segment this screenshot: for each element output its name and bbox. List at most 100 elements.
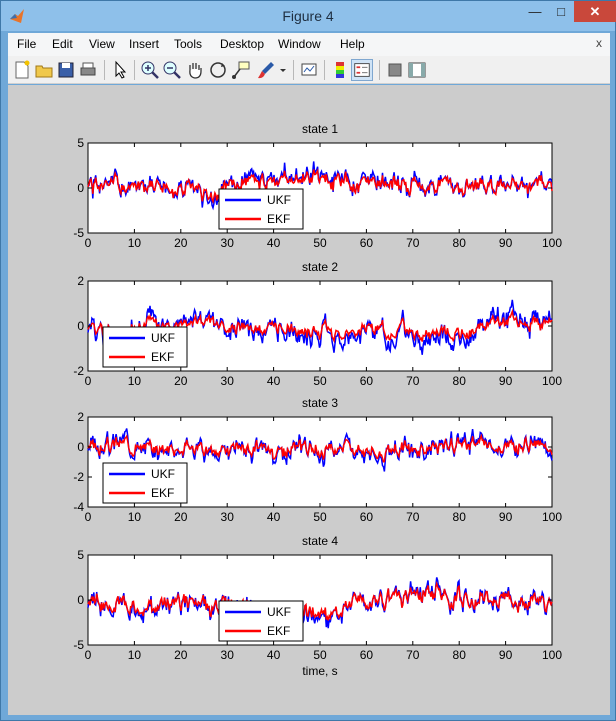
chevron-down-icon[interactable] <box>278 59 288 81</box>
x-tick-label: 10 <box>128 510 142 524</box>
x-tick-label: 80 <box>453 510 467 524</box>
close-button[interactable]: ✕ <box>574 1 616 22</box>
menu-tools[interactable]: Tools <box>174 37 202 51</box>
figure-canvas[interactable]: state 1 0 10 20 30 40 50 60 70 80 90 100 -5 0 5 UKF EKF s… <box>8 85 610 715</box>
menu-close-figure-button[interactable]: x <box>596 36 602 50</box>
x-tick-label: 40 <box>267 374 281 388</box>
x-tick-label: 90 <box>499 510 513 524</box>
x-tick-label: 100 <box>542 510 562 524</box>
x-tick-label: 20 <box>174 510 188 524</box>
menu-edit[interactable]: Edit <box>52 37 73 51</box>
rotate-3d-icon[interactable] <box>207 59 229 81</box>
axes-title: state 2 <box>302 260 338 274</box>
x-tick-label: 50 <box>313 510 327 524</box>
figure-toolbar <box>8 56 610 84</box>
x-tick-label: 70 <box>406 236 420 250</box>
x-tick-label: 40 <box>267 648 281 662</box>
new-figure-icon[interactable] <box>11 59 33 81</box>
pan-hand-icon[interactable] <box>184 59 206 81</box>
x-tick-label: 0 <box>85 648 92 662</box>
toolbar-separator <box>379 60 380 80</box>
menu-desktop[interactable]: Desktop <box>220 37 264 51</box>
toolbar-separator <box>324 60 325 80</box>
x-tick-label: 20 <box>174 648 188 662</box>
zoom-out-icon[interactable] <box>161 59 183 81</box>
x-tick-label: 40 <box>267 236 281 250</box>
y-tick-label: -2 <box>73 470 84 484</box>
y-tick-label: -5 <box>73 226 84 240</box>
axes-title: state 1 <box>302 122 338 136</box>
edit-plot-arrow-icon[interactable] <box>109 59 131 81</box>
x-tick-label: 90 <box>499 236 513 250</box>
x-tick-label: 60 <box>360 648 374 662</box>
show-plot-tools-icon[interactable] <box>406 59 428 81</box>
legend-label-ukf: UKF <box>267 605 291 619</box>
x-tick-label: 0 <box>85 510 92 524</box>
toolbar-separator <box>134 60 135 80</box>
legend-label-ekf: EKF <box>151 350 174 364</box>
y-tick-label: -5 <box>73 638 84 652</box>
y-tick-label: 0 <box>77 181 84 195</box>
link-plot-icon[interactable] <box>298 59 320 81</box>
x-tick-label: 10 <box>128 374 142 388</box>
x-tick-label: 90 <box>499 374 513 388</box>
x-tick-label: 30 <box>221 236 235 250</box>
colorbar-icon[interactable] <box>329 59 351 81</box>
x-tick-label: 0 <box>85 374 92 388</box>
x-tick-label: 60 <box>360 236 374 250</box>
minimize-button[interactable]: — <box>522 1 548 22</box>
save-icon[interactable] <box>55 59 77 81</box>
y-tick-label: 5 <box>77 136 84 150</box>
menu-help[interactable]: Help <box>340 37 365 51</box>
title-bar[interactable]: Figure 4 — □ ✕ <box>1 1 616 31</box>
y-tick-label: 0 <box>77 319 84 333</box>
x-tick-label: 100 <box>542 374 562 388</box>
toolbar-separator <box>104 60 105 80</box>
x-tick-label: 80 <box>453 374 467 388</box>
menu-window[interactable]: Window <box>278 37 321 51</box>
x-tick-label: 70 <box>406 374 420 388</box>
x-tick-label: 10 <box>128 236 142 250</box>
x-tick-label: 70 <box>406 510 420 524</box>
x-tick-label: 20 <box>174 374 188 388</box>
subplots-svg: state 10 10 20 30 40 50 60 70 80 90 100-505UKFEKFs… <box>73 122 562 678</box>
toolbar-separator <box>293 60 294 80</box>
x-axis-label: time, s <box>302 664 337 678</box>
maximize-button[interactable]: □ <box>548 1 574 22</box>
y-tick-label: 2 <box>77 274 84 288</box>
zoom-in-icon[interactable] <box>139 59 161 81</box>
y-tick-label: 0 <box>77 440 84 454</box>
x-tick-label: 30 <box>221 648 235 662</box>
x-tick-label: 40 <box>267 510 281 524</box>
open-file-icon[interactable] <box>33 59 55 81</box>
x-tick-label: 50 <box>313 236 327 250</box>
x-tick-label: 100 <box>542 648 562 662</box>
legend-label-ukf: UKF <box>267 193 291 207</box>
x-tick-label: 50 <box>313 374 327 388</box>
menu-file[interactable]: File <box>17 37 36 51</box>
menu-bar: File Edit View Insert Tools Desktop Wind… <box>8 33 610 56</box>
x-tick-label: 100 <box>542 236 562 250</box>
menu-view[interactable]: View <box>89 37 115 51</box>
x-tick-label: 60 <box>360 374 374 388</box>
data-cursor-icon[interactable] <box>230 59 252 81</box>
brush-icon[interactable] <box>255 59 277 81</box>
menu-insert[interactable]: Insert <box>129 37 159 51</box>
x-tick-label: 0 <box>85 236 92 250</box>
y-tick-label: -2 <box>73 364 84 378</box>
axes-title: state 4 <box>302 534 338 548</box>
x-tick-label: 30 <box>221 374 235 388</box>
x-tick-label: 70 <box>406 648 420 662</box>
print-icon[interactable] <box>77 59 99 81</box>
x-tick-label: 50 <box>313 648 327 662</box>
y-tick-label: 5 <box>77 548 84 562</box>
legend-label-ekf: EKF <box>267 212 290 226</box>
x-tick-label: 80 <box>453 236 467 250</box>
y-tick-label: 2 <box>77 410 84 424</box>
figure-window: Figure 4 — □ ✕ File Edit View Insert Too… <box>0 0 616 721</box>
legend-icon[interactable] <box>351 59 373 81</box>
hide-plot-tools-icon[interactable] <box>384 59 406 81</box>
legend-label-ekf: EKF <box>267 624 290 638</box>
y-tick-label: 0 <box>77 593 84 607</box>
x-tick-label: 60 <box>360 510 374 524</box>
